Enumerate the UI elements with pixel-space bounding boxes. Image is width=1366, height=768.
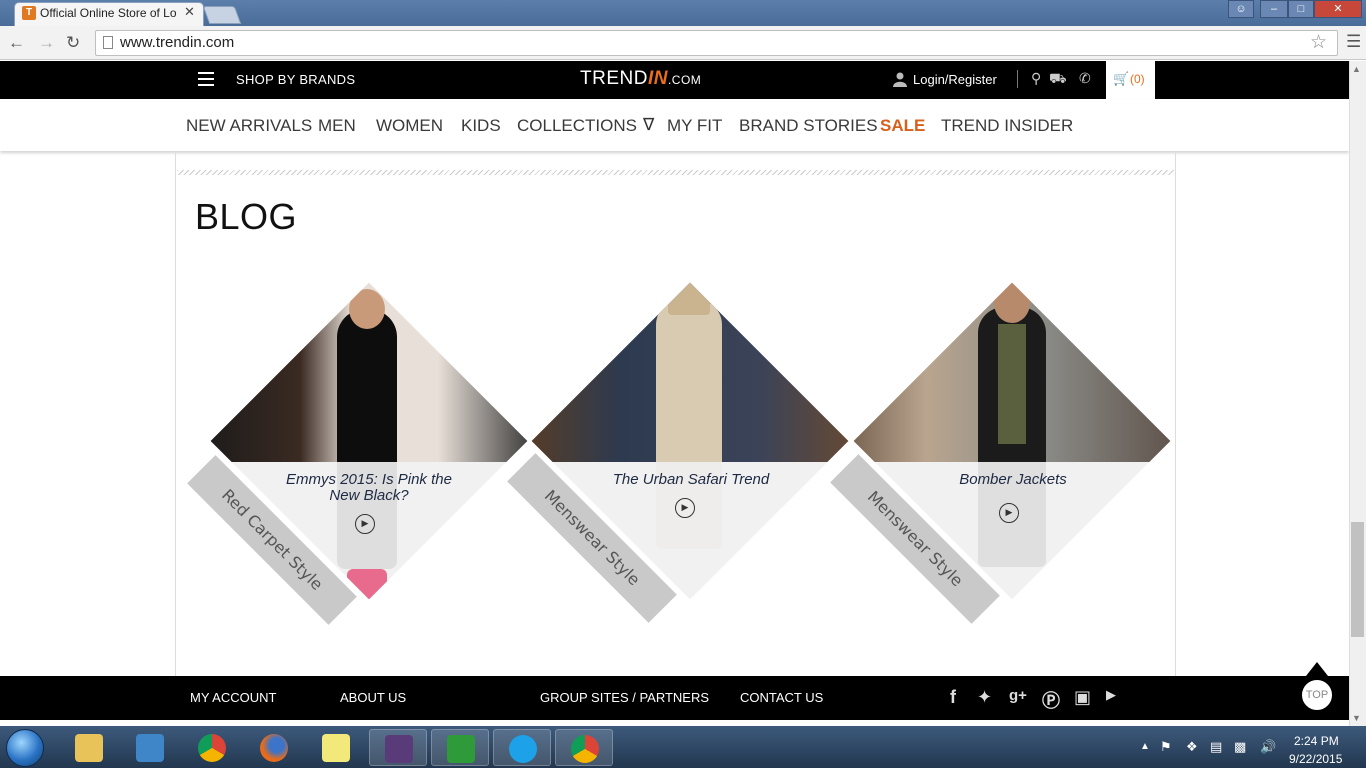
folder-icon xyxy=(75,734,103,762)
scroll-up-icon[interactable]: ▲ xyxy=(1352,64,1361,74)
blog-post-title[interactable]: Bomber Jackets xyxy=(922,472,1104,488)
chrome-icon xyxy=(198,734,226,762)
blog-post-title[interactable]: Emmys 2015: Is Pink the New Black? xyxy=(278,472,460,504)
section-divider xyxy=(177,170,1174,175)
scroll-down-icon[interactable]: ▼ xyxy=(1352,713,1361,723)
shop-by-brands-link[interactable]: SHOP BY BRANDS xyxy=(236,72,355,87)
taskbar-chrome-active[interactable] xyxy=(555,729,613,766)
scroll-thumb[interactable] xyxy=(1351,522,1364,637)
maximize-button[interactable]: □ xyxy=(1288,0,1314,18)
back-to-top-arrow-icon xyxy=(1306,662,1328,676)
google-plus-icon[interactable]: g+ xyxy=(1009,687,1027,704)
cart-icon: 🛒 xyxy=(1113,71,1130,86)
flag-icon[interactable]: ⚑ xyxy=(1160,739,1172,755)
media-player-icon xyxy=(136,734,164,762)
blog-post-title[interactable]: The Urban Safari Trend xyxy=(600,472,782,488)
taskbar-skype[interactable] xyxy=(493,729,551,766)
nav-kids[interactable]: KIDS xyxy=(461,116,501,136)
blog-heading: BLOG xyxy=(195,196,298,237)
tab-close-icon[interactable]: ✕ xyxy=(184,4,195,20)
login-register-link[interactable]: Login/Register xyxy=(913,72,997,87)
twitter-icon[interactable]: ✦ xyxy=(977,687,992,708)
show-hidden-icons-icon[interactable]: ▲ xyxy=(1140,741,1150,752)
device-icon[interactable]: ▤ xyxy=(1210,739,1222,755)
taskbar-java-ee-ide[interactable] xyxy=(369,729,427,766)
volume-icon[interactable]: 🔊 xyxy=(1260,739,1276,755)
address-bar[interactable] xyxy=(95,30,1338,56)
delivery-truck-icon[interactable]: ⛟ xyxy=(1049,70,1067,89)
nav-brand-stories[interactable]: BRAND STORIES xyxy=(739,116,878,136)
close-window-button[interactable]: ✕ xyxy=(1314,0,1362,18)
footer-contact-us[interactable]: CONTACT US xyxy=(740,690,823,705)
firefox-icon xyxy=(260,734,288,762)
hamburger-menu-icon[interactable] xyxy=(198,72,214,86)
user-profile-button[interactable]: ☺ xyxy=(1228,0,1254,18)
my-fit-icon: ∇ xyxy=(643,115,655,134)
site-logo[interactable]: TRENDIN.COM xyxy=(580,68,701,90)
start-button[interactable] xyxy=(6,729,44,767)
chrome-icon xyxy=(571,735,599,763)
user-icon xyxy=(893,72,907,87)
cart-count: (0) xyxy=(1130,72,1145,86)
taskbar-spreadsheet[interactable] xyxy=(431,729,489,766)
back-icon[interactable]: ← xyxy=(8,33,25,53)
youtube-icon[interactable]: ▶ xyxy=(1106,687,1116,703)
new-tab-button[interactable] xyxy=(202,6,242,24)
chrome-menu-icon[interactable]: ☰ xyxy=(1346,32,1361,52)
network-signal-icon[interactable]: ▩ xyxy=(1234,739,1246,755)
nav-sale[interactable]: SALE xyxy=(880,116,925,136)
logo-in: IN xyxy=(647,68,668,89)
java-ee-ide-icon xyxy=(385,735,413,763)
bookmark-star-icon[interactable]: ☆ xyxy=(1310,31,1327,54)
tab-favicon-icon: T xyxy=(22,6,36,20)
logo-trend: TREND xyxy=(580,68,648,89)
reload-icon[interactable]: ↻ xyxy=(66,33,80,53)
nav-men[interactable]: MEN xyxy=(318,116,356,136)
store-locator-icon[interactable]: ⚲ xyxy=(1031,70,1041,87)
spreadsheet-icon xyxy=(447,735,475,763)
tab-title: Official Online Store of Lo xyxy=(40,6,177,20)
read-more-arrow-icon[interactable]: ▶ xyxy=(355,514,375,534)
nav-my-fit[interactable]: MY FIT xyxy=(667,116,722,136)
taskbar-media-player[interactable] xyxy=(121,729,179,766)
url-text[interactable]: www.trendin.com xyxy=(120,34,234,51)
logo-com: .COM xyxy=(667,73,702,87)
dropbox-icon[interactable]: ❖ xyxy=(1186,739,1198,755)
taskbar-file-explorer[interactable] xyxy=(60,729,118,766)
instagram-icon[interactable]: ▣ xyxy=(1074,687,1091,708)
forward-icon[interactable]: → xyxy=(38,33,55,53)
nav-women[interactable]: WOMEN xyxy=(376,116,443,136)
back-to-top-button[interactable]: TOP xyxy=(1300,678,1334,712)
footer-my-account[interactable]: MY ACCOUNT xyxy=(190,690,276,705)
nav-trend-insider[interactable]: TREND INSIDER xyxy=(941,116,1073,136)
footer-about-us[interactable]: ABOUT US xyxy=(340,690,406,705)
taskbar-chrome[interactable] xyxy=(183,729,241,766)
sticky-notes-icon xyxy=(322,734,350,762)
taskbar-firefox[interactable] xyxy=(245,729,303,766)
minimize-button[interactable]: – xyxy=(1260,0,1288,18)
pinterest-icon[interactable]: Ⓟ xyxy=(1042,687,1060,713)
nav-new-arrivals[interactable]: NEW ARRIVALS xyxy=(186,116,312,136)
skype-icon xyxy=(509,735,537,763)
clock-date[interactable]: 9/22/2015 xyxy=(1289,752,1342,766)
taskbar-sticky-notes[interactable] xyxy=(307,729,365,766)
phone-icon[interactable]: ✆ xyxy=(1079,70,1091,87)
page-icon xyxy=(103,36,113,49)
read-more-arrow-icon[interactable]: ▶ xyxy=(675,498,695,518)
header-divider xyxy=(1017,70,1018,88)
footer-group-sites[interactable]: GROUP SITES / PARTNERS xyxy=(540,690,709,705)
clock-time[interactable]: 2:24 PM xyxy=(1294,734,1339,748)
facebook-icon[interactable]: f xyxy=(950,687,956,708)
read-more-arrow-icon[interactable]: ▶ xyxy=(999,503,1019,523)
nav-collections[interactable]: COLLECTIONS xyxy=(517,116,637,136)
